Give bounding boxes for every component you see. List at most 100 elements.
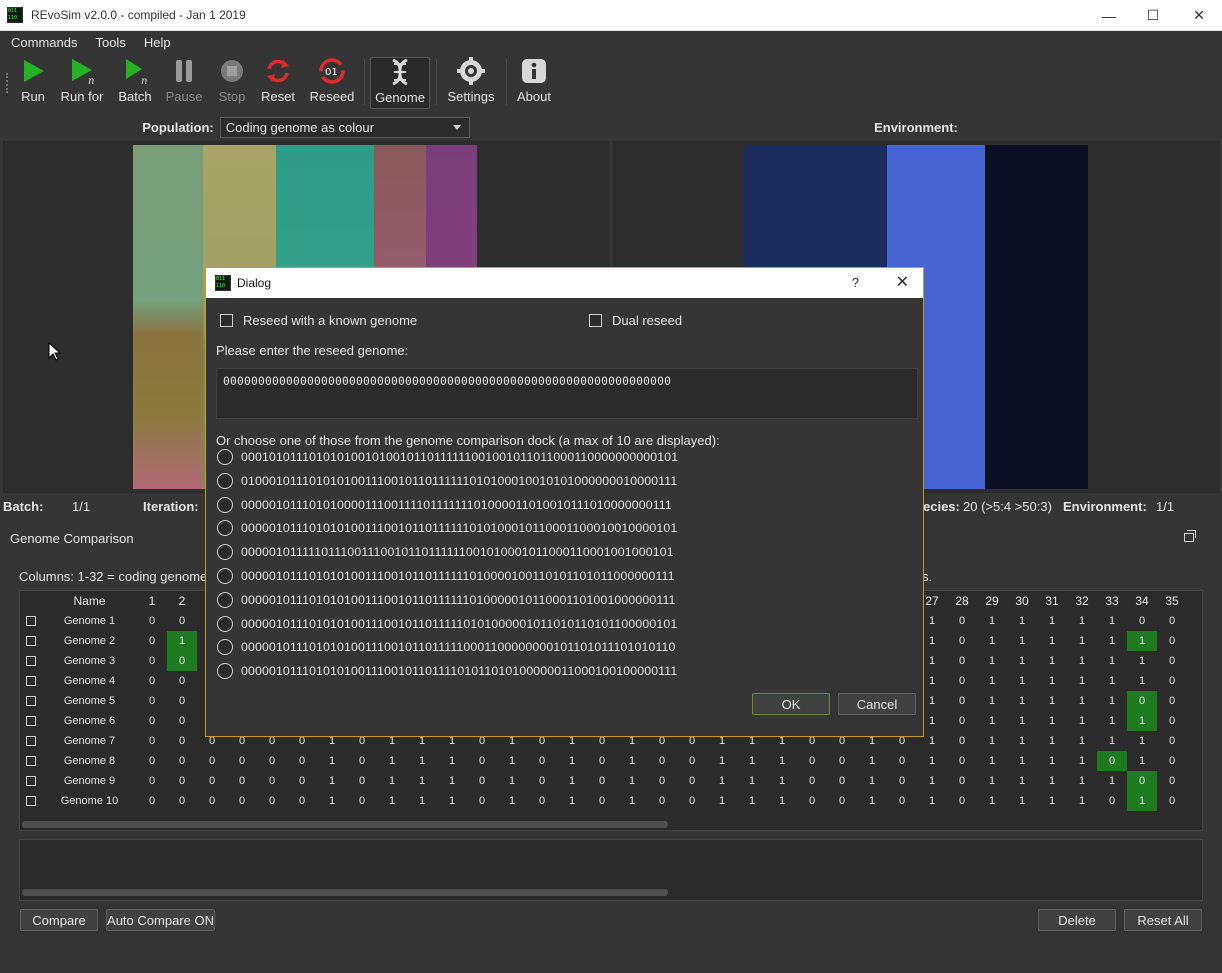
table-cell: 1 [1078,755,1086,767]
row-checkbox[interactable] [26,696,36,707]
genome-name: Genome 3 [63,655,116,667]
row-checkbox-cell [20,791,42,811]
known-genome-checkbox[interactable] [220,314,233,327]
genome-option-5[interactable]: 0000010111110111001110010110111111001010… [217,544,674,561]
column-header: 32 [1075,594,1089,608]
table-row[interactable]: Genome 900000010111010101001110010101111… [20,771,1187,791]
close-button[interactable]: ✕ [1176,0,1222,31]
genome-option-9[interactable]: 0000010111010101001110010110111110001100… [217,639,676,656]
genome-option-radio[interactable] [217,663,233,680]
table-row[interactable]: Genome 800000010111010101001110010101111… [20,751,1187,771]
row-checkbox[interactable] [26,676,36,687]
genome-option-radio[interactable] [217,544,233,561]
row-checkbox[interactable] [26,716,36,727]
minimize-button[interactable]: — [1086,0,1132,31]
population-view-select[interactable]: Coding genome as colour [219,116,470,138]
help-button[interactable]: ? [852,275,859,290]
table-cell: 0 [178,755,186,767]
genome-option-label: 0000010111010100001110011110111111101000… [241,497,672,512]
row-checkbox[interactable] [26,756,36,767]
genome-option-4[interactable]: 0000010111010101001110010110111111010100… [217,520,677,537]
table-cell: 1 [748,755,756,767]
maximize-button[interactable]: ☐ [1130,0,1176,31]
reseed-genome-input[interactable]: 0000000000000000000000000000000000000000… [216,368,918,419]
run-for-button[interactable]: n Run for [59,57,105,109]
genome-option-radio[interactable] [217,520,233,537]
details-horizontal-scrollbar[interactable] [22,889,668,896]
reseed-button[interactable]: 01 Reseed [308,57,356,109]
table-cell: 1 [1078,675,1086,687]
menu-help[interactable]: Help [133,35,178,50]
row-checkbox-cell [20,711,42,731]
known-genome-checkbox-row[interactable]: Reseed with a known genome [220,313,417,328]
dual-reseed-checkbox-row[interactable]: Dual reseed [589,313,682,328]
row-checkbox[interactable] [26,796,36,807]
table-cell: 0 [1168,635,1176,647]
about-button[interactable]: About [514,57,554,109]
genome-option-radio[interactable] [217,591,233,608]
table-cell: 0 [148,635,156,647]
genome-option-label: 0001010111010101001010010110111111001001… [241,450,679,464]
menu-commands[interactable]: Commands [0,35,84,50]
reset-button[interactable]: Reset [259,57,297,109]
cancel-button[interactable]: Cancel [838,693,916,715]
row-checkbox-cell [20,631,42,651]
table-row[interactable]: Genome 10 0 0 0 0 0 0 1 0 1 1 1 0 1 0 1 0 1 0 0 1 1 1 0 0 1 0 1 0 1 1 1… [20,791,1187,811]
table-cell: 1 [988,615,996,627]
genome-button[interactable]: Genome [370,57,430,109]
table-cell: 1 [1108,775,1116,787]
table-cell: 1 [1078,775,1086,787]
table-cell: 1 [1018,735,1026,747]
compare-button[interactable]: Compare [20,909,98,931]
settings-button[interactable]: Settings [444,57,498,109]
auto-compare-button[interactable]: Auto Compare ON [106,909,215,931]
toolbar-grip[interactable] [6,73,10,93]
table-horizontal-scrollbar[interactable] [22,821,668,828]
row-checkbox[interactable] [26,636,36,647]
table-cell: 1 [928,755,936,767]
genome-option-6[interactable]: 0000010111010101001110010110111111010000… [217,568,675,584]
reset-all-button[interactable]: Reset All [1124,909,1202,931]
delete-button[interactable]: Delete [1038,909,1116,931]
table-cell: 0 [178,675,186,687]
genome-option-radio[interactable] [217,615,233,632]
table-cell: 1 [1127,711,1157,731]
table-cell: 1 [1018,715,1026,727]
row-checkbox-cell [20,751,42,771]
menu-tools[interactable]: Tools [84,35,132,50]
genome-option-2[interactable]: 0100010111010101001110010110111111010100… [217,472,677,489]
table-cell: 0 [688,775,696,787]
genome-option-radio[interactable] [217,639,233,656]
float-window-icon[interactable] [1184,530,1196,542]
reseed-prompt: Please enter the reseed genome: [216,343,409,358]
dialog-close-button[interactable]: ✕ [896,272,909,292]
stop-button[interactable]: Stop [214,57,250,109]
genome-option-1[interactable]: 0001010111010101001010010110111111001001… [217,449,678,465]
genome-option-radio[interactable] [217,568,233,584]
run-button[interactable]: Run [18,57,48,109]
table-cell: 1 [1048,675,1056,687]
table-cell: 0 [1168,615,1176,627]
genome-option-radio[interactable] [217,472,233,489]
dual-reseed-checkbox[interactable] [589,314,602,327]
ok-button[interactable]: OK [752,693,830,715]
table-cell: 0 [958,795,966,807]
genome-option-3[interactable]: 0000010111010100001110011110111111101000… [217,496,672,513]
table-cell: 1 [1018,635,1026,647]
batch-button[interactable]: n Batch [116,57,154,109]
table-cell: 0 [358,775,366,787]
genome-option-10[interactable]: 0000010111010101001110010110111101011010… [217,663,677,680]
table-cell: 1 [328,795,336,807]
table-cell: 0 [1138,615,1146,627]
genome-option-7[interactable]: 0000010111010101001110010110111111010000… [217,591,676,608]
genome-option-radio[interactable] [217,496,233,513]
row-checkbox-cell [20,611,42,631]
row-checkbox[interactable] [26,736,36,747]
row-checkbox[interactable] [26,656,36,667]
row-checkbox[interactable] [26,776,36,787]
genome-option-8[interactable]: 0000010111010101001110010110111110101000… [217,615,677,632]
table-cell: 0 [958,775,966,787]
row-checkbox[interactable] [26,616,36,627]
pause-button[interactable]: Pause [164,57,204,109]
genome-option-radio[interactable] [217,449,233,465]
